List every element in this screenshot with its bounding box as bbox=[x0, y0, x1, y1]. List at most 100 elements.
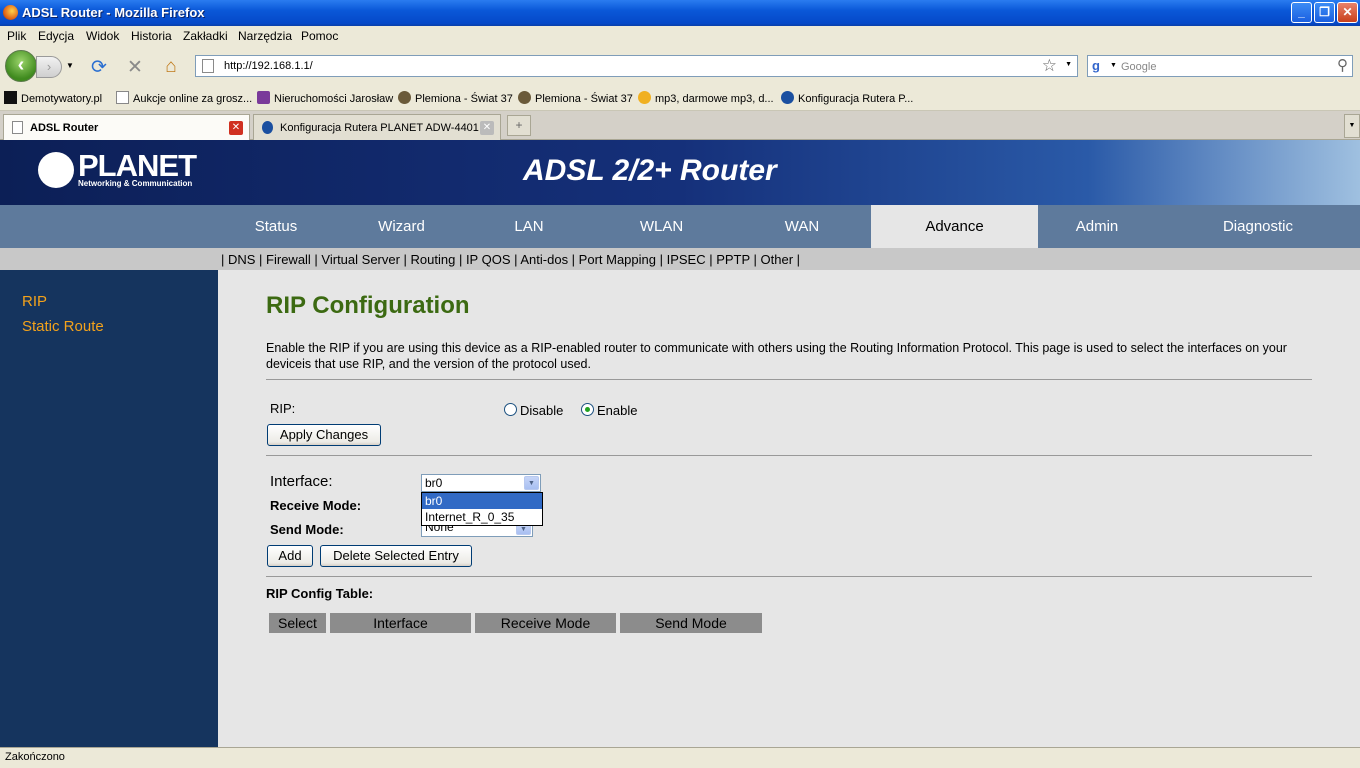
nav-wlan[interactable]: WLAN bbox=[589, 205, 734, 248]
url-text[interactable]: http://192.168.1.1/ bbox=[224, 60, 313, 72]
stop-icon[interactable]: ✕ bbox=[124, 56, 146, 79]
reload-icon[interactable]: ⟳ bbox=[88, 56, 110, 79]
menu-historia[interactable]: Historia bbox=[131, 29, 172, 43]
interface-dropdown-list: br0 Internet_R_0_35 bbox=[421, 492, 543, 526]
rip-enable-radio[interactable] bbox=[581, 403, 594, 416]
tab-konfiguracja[interactable]: Konfiguracja Rutera PLANET ADW-4401 ✕ bbox=[253, 114, 501, 140]
close-tab-icon[interactable]: ✕ bbox=[480, 121, 494, 135]
router-main-nav: Status Wizard LAN WLAN WAN Advance Admin… bbox=[0, 205, 1360, 248]
tab-strip: ADSL Router ✕ Konfiguracja Rutera PLANET… bbox=[0, 111, 1360, 141]
firefox-icon bbox=[3, 5, 18, 20]
nav-wan[interactable]: WAN bbox=[734, 205, 870, 248]
rip-label: RIP: bbox=[270, 401, 296, 416]
add-button[interactable]: Add bbox=[267, 545, 313, 567]
url-bar[interactable]: http://192.168.1.1/ ☆ ▼ bbox=[195, 55, 1078, 77]
home-icon[interactable]: ⌂ bbox=[160, 56, 182, 78]
bookmark-item[interactable]: Plemiona - Świat 37 bbox=[518, 91, 633, 105]
send-mode-label: Send Mode: bbox=[270, 522, 344, 537]
mp3-icon bbox=[638, 91, 651, 104]
router-banner: PLANET Networking & Communication ADSL 2… bbox=[0, 140, 1360, 205]
interface-option[interactable]: br0 bbox=[422, 493, 542, 509]
menu-zakladki[interactable]: Zakładki bbox=[183, 29, 228, 43]
menu-bar: Plik Edycja Widok Historia Zakładki Narz… bbox=[0, 26, 1360, 46]
nav-admin[interactable]: Admin bbox=[1038, 205, 1156, 248]
bookmark-item[interactable]: Plemiona - Świat 37 bbox=[398, 91, 513, 105]
forward-button[interactable]: › bbox=[36, 56, 62, 78]
divider bbox=[266, 379, 1312, 380]
router-sidebar: RIP Static Route bbox=[0, 270, 218, 747]
back-button[interactable]: ‹ bbox=[5, 50, 37, 82]
table-header-select: Select bbox=[269, 613, 326, 633]
nav-advance[interactable]: Advance bbox=[871, 205, 1038, 248]
sidebar-item-static-route[interactable]: Static Route bbox=[22, 318, 104, 335]
window-title: ADSL Router - Mozilla Firefox bbox=[22, 5, 205, 20]
rip-disable-label: Disable bbox=[520, 403, 564, 418]
close-tab-icon[interactable]: ✕ bbox=[229, 121, 243, 135]
receive-mode-label: Receive Mode: bbox=[270, 498, 362, 513]
nav-lan[interactable]: LAN bbox=[469, 205, 589, 248]
bookmark-item[interactable]: Demotywatory.pl bbox=[4, 91, 102, 105]
bookmark-item[interactable]: mp3, darmowe mp3, d... bbox=[638, 91, 774, 105]
apply-changes-button[interactable]: Apply Changes bbox=[267, 424, 381, 446]
ie-icon bbox=[262, 121, 273, 134]
menu-edycja[interactable]: Edycja bbox=[38, 29, 74, 43]
interface-select[interactable]: br0 ▼ bbox=[421, 474, 541, 492]
table-header-interface: Interface bbox=[330, 613, 471, 633]
menu-plik[interactable]: Plik bbox=[7, 29, 26, 43]
page-icon bbox=[202, 59, 214, 73]
nav-diagnostic[interactable]: Diagnostic bbox=[1156, 205, 1360, 248]
window-title-bar: ADSL Router - Mozilla Firefox _ ❐ ✕ bbox=[0, 0, 1360, 26]
nav-wizard[interactable]: Wizard bbox=[334, 205, 469, 248]
delete-selected-entry-button[interactable]: Delete Selected Entry bbox=[320, 545, 472, 567]
navigation-toolbar: ‹ › ▼ ⟳ ✕ ⌂ http://192.168.1.1/ ☆ ▼ g ▼ … bbox=[0, 46, 1360, 86]
chevron-down-icon[interactable]: ▼ bbox=[524, 476, 539, 490]
search-bar[interactable]: g ▼ Google ⚲ bbox=[1087, 55, 1353, 77]
bookmark-item[interactable]: Nieruchomości Jarosław bbox=[257, 91, 393, 105]
ie-icon bbox=[781, 91, 794, 104]
plemiona-icon bbox=[518, 91, 531, 104]
history-dropdown-icon[interactable]: ▼ bbox=[66, 61, 74, 70]
google-icon[interactable]: g bbox=[1092, 58, 1100, 73]
bookmark-item[interactable]: Aukcje online za grosz... bbox=[116, 91, 252, 105]
url-dropdown-icon[interactable]: ▼ bbox=[1065, 61, 1072, 68]
menu-narzedzia[interactable]: Narzędzia bbox=[238, 29, 292, 43]
status-bar: Zakończono bbox=[0, 747, 1360, 768]
divider bbox=[266, 576, 1312, 577]
minimize-button[interactable]: _ bbox=[1291, 2, 1312, 23]
search-engine-dropdown-icon[interactable]: ▼ bbox=[1110, 62, 1117, 69]
planet-logo-icon bbox=[38, 152, 74, 188]
router-page: PLANET Networking & Communication ADSL 2… bbox=[0, 140, 1360, 747]
table-header-receive-mode: Receive Mode bbox=[475, 613, 616, 633]
interface-option[interactable]: Internet_R_0_35 bbox=[422, 509, 542, 525]
status-text: Zakończono bbox=[5, 751, 65, 763]
menu-pomoc[interactable]: Pomoc bbox=[301, 29, 338, 43]
oferty-icon bbox=[257, 91, 270, 104]
bookmarks-toolbar: Demotywatory.pl Aukcje online za grosz..… bbox=[0, 86, 1360, 111]
rip-enable-label: Enable bbox=[597, 403, 638, 418]
new-tab-button[interactable]: + bbox=[507, 115, 531, 136]
page-description: Enable the RIP if you are using this dev… bbox=[266, 341, 1287, 371]
menu-widok[interactable]: Widok bbox=[86, 29, 119, 43]
product-title: ADSL 2/2+ Router bbox=[523, 154, 777, 187]
search-icon[interactable]: ⚲ bbox=[1337, 56, 1348, 74]
sidebar-item-rip[interactable]: RIP bbox=[22, 293, 47, 310]
search-input[interactable]: Google bbox=[1121, 61, 1156, 73]
planet-logo-subtitle: Networking & Communication bbox=[78, 179, 193, 188]
rip-disable-radio[interactable] bbox=[504, 403, 517, 416]
tab-list-icon[interactable]: ▼ bbox=[1344, 114, 1360, 138]
bookmark-star-icon[interactable]: ☆ bbox=[1042, 56, 1057, 76]
tab-adsl-router[interactable]: ADSL Router ✕ bbox=[3, 114, 250, 141]
router-sub-nav: | DNS | Firewall | Virtual Server | Rout… bbox=[0, 248, 1360, 270]
plemiona-icon bbox=[398, 91, 411, 104]
page-icon bbox=[12, 121, 23, 134]
rip-config-panel: RIP Configuration Enable the RIP if you … bbox=[218, 270, 1360, 747]
bookmark-item[interactable]: Konfiguracja Rutera P... bbox=[781, 91, 913, 105]
divider bbox=[266, 455, 1312, 456]
page-title: RIP Configuration bbox=[266, 292, 470, 319]
close-button[interactable]: ✕ bbox=[1337, 2, 1358, 23]
maximize-button[interactable]: ❐ bbox=[1314, 2, 1335, 23]
rip-config-table-title: RIP Config Table: bbox=[266, 586, 374, 601]
sub-nav-links[interactable]: | DNS | Firewall | Virtual Server | Rout… bbox=[221, 252, 800, 267]
demotywatory-icon bbox=[4, 91, 17, 104]
nav-status[interactable]: Status bbox=[218, 205, 334, 248]
